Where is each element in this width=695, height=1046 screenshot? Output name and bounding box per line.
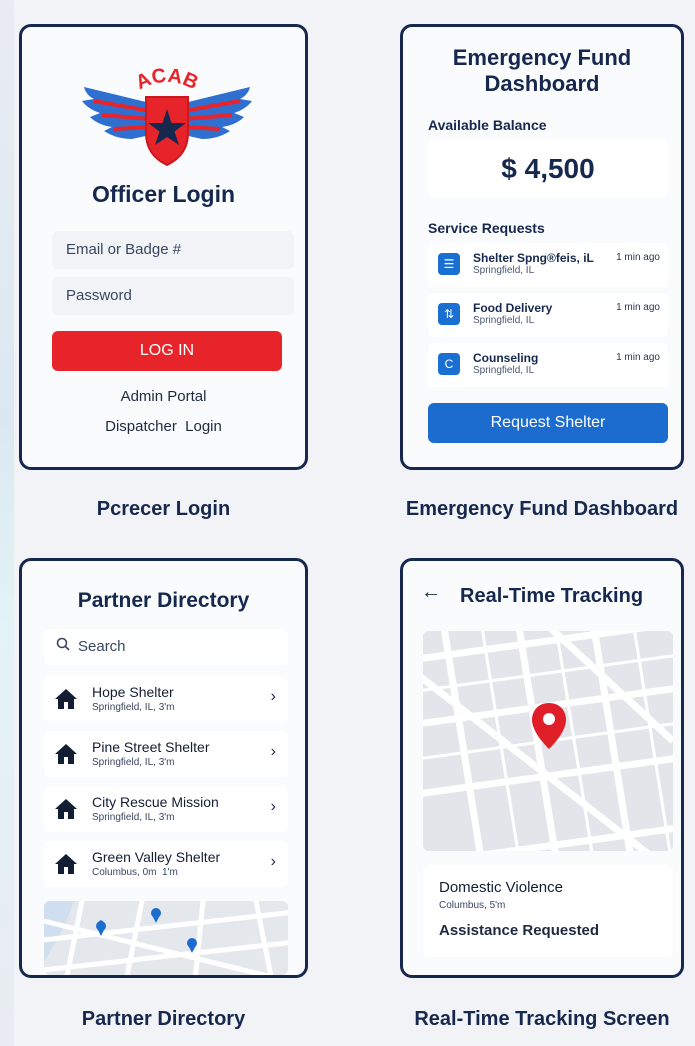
partner-name: Green Valley Shelter bbox=[92, 849, 221, 865]
admin-portal-link[interactable]: Admin Portal bbox=[22, 388, 305, 405]
partner-location: Springfield, IL, 3'm bbox=[92, 812, 175, 823]
page-title: Partner Directory bbox=[77, 589, 250, 612]
dashboard-screen: Emergency Fund Dashboard Available Balan… bbox=[400, 24, 684, 470]
partner-location: Springfield, IL, 3'm bbox=[92, 757, 175, 768]
login-button[interactable]: LOG IN bbox=[52, 331, 282, 371]
acab-logo: ACAB bbox=[82, 65, 252, 167]
balance-value: $ 4,500 bbox=[428, 140, 668, 198]
title-line: Dashboard bbox=[484, 71, 600, 96]
delivery-icon: ⇅ bbox=[438, 303, 460, 325]
title-line: Emergency Fund bbox=[452, 45, 632, 70]
house-icon bbox=[55, 799, 77, 819]
login-screen: ACAB Officer Login Email or Badge # Pass… bbox=[19, 24, 308, 470]
background-stripe bbox=[0, 0, 14, 1046]
incident-card: Domestic Violence Columbus, 5'm Assistan… bbox=[423, 865, 673, 957]
request-location: Springfield, IL bbox=[473, 365, 535, 376]
house-icon bbox=[55, 744, 77, 764]
partner-name: Hope Shelter bbox=[92, 684, 174, 700]
back-arrow-icon[interactable]: ← bbox=[421, 581, 441, 604]
chevron-right-icon: › bbox=[270, 743, 276, 760]
location-pin-icon bbox=[532, 703, 566, 749]
list-icon: ☰ bbox=[438, 253, 460, 275]
request-time: 1 min ago bbox=[616, 352, 660, 363]
house-icon bbox=[55, 854, 77, 874]
chat-icon: C bbox=[438, 353, 460, 375]
partner-list-item[interactable]: City Rescue Mission Springfield, IL, 3'm… bbox=[44, 786, 288, 832]
email-field[interactable]: Email or Badge # bbox=[52, 231, 294, 269]
house-icon bbox=[55, 689, 77, 709]
balance-label: Available Balance bbox=[428, 117, 547, 133]
incident-title: Domestic Violence bbox=[439, 879, 563, 896]
caption-login: Pcrecer Login bbox=[96, 498, 231, 520]
partner-name: City Rescue Mission bbox=[92, 794, 219, 810]
password-field[interactable]: Password bbox=[52, 277, 294, 315]
service-request-item[interactable]: C Counseling Springfield, IL 1 min ago bbox=[428, 343, 668, 387]
search-icon bbox=[56, 637, 70, 655]
page-title: Real-Time Tracking bbox=[460, 585, 644, 607]
request-time: 1 min ago bbox=[616, 252, 660, 263]
service-request-item[interactable]: ☰ Shelter Spng®feis, iL Springfield, IL … bbox=[428, 243, 668, 287]
chevron-right-icon: › bbox=[270, 853, 276, 870]
service-request-item[interactable]: ⇅ Food Delivery Springfield, IL 1 min ag… bbox=[428, 293, 668, 337]
search-input[interactable]: Search bbox=[44, 629, 288, 665]
caption-directory: Partner Directory bbox=[81, 1008, 246, 1030]
incident-location: Columbus, 5'm bbox=[439, 900, 506, 911]
tracking-screen: ← Real-Time Tracking Domestic Violence C… bbox=[400, 558, 684, 978]
mini-map[interactable] bbox=[44, 901, 288, 975]
caption-tracking: Real-Time Tracking Screen bbox=[414, 1008, 670, 1030]
partner-location: Columbus, 0m 1'm bbox=[92, 867, 178, 878]
chevron-right-icon: › bbox=[270, 688, 276, 705]
partner-list-item[interactable]: Pine Street Shelter Springfield, IL, 3'm… bbox=[44, 731, 288, 777]
search-placeholder: Search bbox=[78, 638, 126, 655]
request-name: Shelter Spng®feis, iL bbox=[473, 251, 594, 265]
partner-name: Pine Street Shelter bbox=[92, 739, 210, 755]
partner-list-item[interactable]: Green Valley Shelter Columbus, 0m 1'm › bbox=[44, 841, 288, 887]
request-shelter-button[interactable]: Request Shelter bbox=[428, 403, 668, 443]
partner-location: Springfield, IL, 3'm bbox=[92, 702, 175, 713]
requests-label: Service Requests bbox=[428, 220, 545, 236]
partner-list-item[interactable]: Hope Shelter Springfield, IL, 3'm › bbox=[44, 676, 288, 722]
chevron-right-icon: › bbox=[270, 798, 276, 815]
status-text: Assistance Requested bbox=[439, 922, 600, 939]
page-title: Emergency Fund Dashboard bbox=[403, 45, 681, 97]
request-name: Food Delivery bbox=[473, 301, 553, 315]
request-location: Springfield, IL bbox=[473, 265, 535, 276]
caption-dashboard: Emergency Fund Dashboard bbox=[405, 498, 679, 520]
request-time: 1 min ago bbox=[616, 302, 660, 313]
page-title: Officer Login bbox=[91, 181, 236, 207]
svg-text:ACAB: ACAB bbox=[133, 65, 202, 95]
request-name: Counseling bbox=[473, 351, 539, 365]
directory-screen: Partner Directory Search Hope Shelter Sp… bbox=[19, 558, 308, 978]
request-location: Springfield, IL bbox=[473, 315, 535, 326]
dispatcher-login-link[interactable]: Dispatcher Login bbox=[22, 418, 305, 435]
